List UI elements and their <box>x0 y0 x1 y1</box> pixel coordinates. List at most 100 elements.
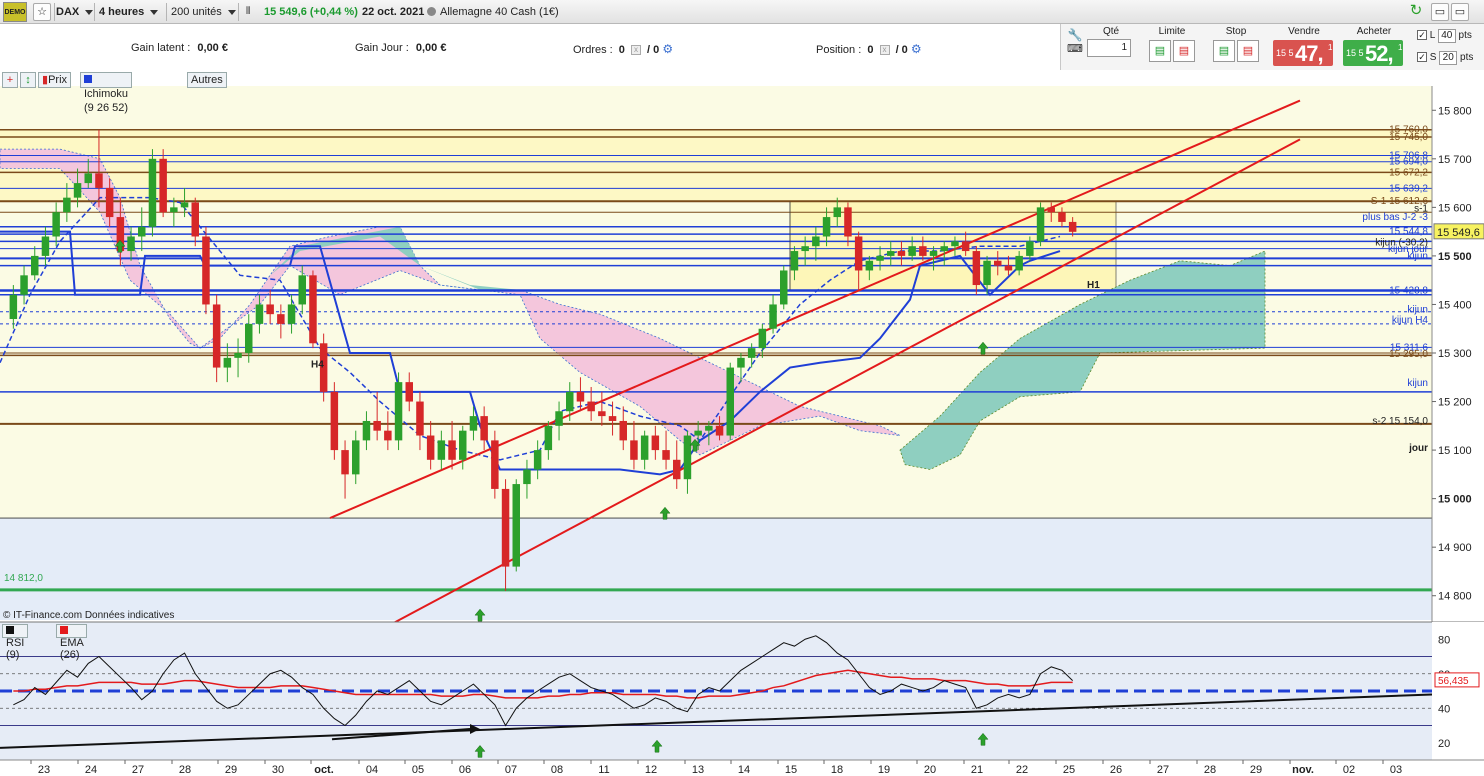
rsi-axis-label: 40 <box>1438 703 1450 715</box>
legend-ema[interactable]: EMA (26) <box>56 624 88 661</box>
candle-body <box>501 488 510 567</box>
price-axis-label: 15 300 <box>1438 348 1472 360</box>
candle-body <box>73 183 82 198</box>
price-axis-label: 15 400 <box>1438 299 1472 311</box>
rsi-axis-label: 80 <box>1438 634 1450 646</box>
candle-body <box>780 270 788 305</box>
date-axis-label: 24 <box>85 764 97 776</box>
candle-body <box>876 255 884 261</box>
date-axis-label: oct. <box>314 764 334 776</box>
candle-body <box>833 207 841 218</box>
date-axis-label: 13 <box>692 764 704 776</box>
date-axis-label: 20 <box>924 764 936 776</box>
candle-body <box>191 202 199 237</box>
expand-icon[interactable]: ↕ <box>20 72 36 88</box>
rsi-axis-label: 20 <box>1438 738 1450 750</box>
date-axis-label: 12 <box>645 764 657 776</box>
level-label: 15 428,8 <box>1389 285 1428 296</box>
level-label: jour <box>1408 443 1428 454</box>
legend-ichimoku[interactable]: Ichimoku (9 26 52) <box>80 72 133 114</box>
date-axis-label: nov. <box>1292 764 1314 776</box>
credit-text: © IT-Finance.com Données indicatives <box>3 610 174 621</box>
candle-body <box>598 411 606 417</box>
price-axis-label: 15 800 <box>1438 105 1472 117</box>
candle-body <box>790 251 799 271</box>
candle-body <box>212 304 221 368</box>
candle-body <box>459 430 467 460</box>
candle-body <box>929 251 938 256</box>
candle-body <box>1015 255 1023 271</box>
candle-body <box>908 246 916 256</box>
candle-body <box>1068 221 1077 232</box>
candle-body <box>1036 207 1045 242</box>
candle-body <box>148 158 157 227</box>
candle-body <box>951 241 959 247</box>
candle-body <box>651 435 660 451</box>
candle-body <box>341 450 349 475</box>
candle-body <box>726 367 734 436</box>
candle-body <box>138 226 146 237</box>
candle-body <box>266 304 274 315</box>
date-axis-label: 21 <box>971 764 983 776</box>
legend-ichimoku-label: Ichimoku (9 26 52) <box>84 88 129 114</box>
candle-body <box>384 430 392 441</box>
candle-body <box>437 440 446 460</box>
candle-body <box>1058 212 1066 222</box>
candle-body <box>512 484 520 567</box>
candle-body <box>983 260 991 286</box>
price-axis-label: 14 800 <box>1438 591 1472 603</box>
candle-body <box>662 450 670 460</box>
candle-body <box>105 187 114 218</box>
candle-body <box>84 173 92 184</box>
legend-autres[interactable]: Autres <box>187 72 227 88</box>
current-price-label: 15 549,6 <box>1437 227 1480 239</box>
candle-body <box>630 440 638 460</box>
candle-body <box>640 435 649 460</box>
date-axis-label: 28 <box>1204 764 1216 776</box>
level-label: 15 544,8 <box>1389 227 1428 238</box>
trading-app: DEMO ☆ DAX 4 heures 200 unités ⫴ 15 549,… <box>0 0 1484 776</box>
candle-body <box>747 348 756 358</box>
chart-canvas[interactable]: 15 760,015 745,015 706,815 694,015 672,2… <box>0 0 1484 776</box>
candle-body <box>801 246 809 252</box>
date-axis-label: 14 <box>738 764 750 776</box>
candle-body <box>394 382 403 441</box>
level-label: kijun <box>1407 251 1428 262</box>
candle-body <box>234 353 242 358</box>
candle-body <box>362 420 371 441</box>
candle-body <box>758 328 767 349</box>
add-indicator-icon[interactable]: + <box>2 72 18 88</box>
candle-body <box>416 401 424 436</box>
candle-body <box>705 425 713 431</box>
candle-body <box>673 459 681 480</box>
level-label: kijun <box>1407 304 1428 315</box>
rsi-color-icon <box>6 626 14 634</box>
date-axis-label: 22 <box>1016 764 1028 776</box>
candle-body <box>555 411 563 426</box>
candle-body <box>940 246 948 252</box>
legend-rsi[interactable]: RSI (9) <box>2 624 29 661</box>
level-label: kijun H4 <box>1392 315 1429 326</box>
candle-body <box>683 435 692 480</box>
candle-body <box>223 357 232 368</box>
candle-body <box>245 323 253 353</box>
candle-body <box>159 158 167 213</box>
candle-body <box>1026 241 1034 256</box>
candle-body <box>330 391 339 451</box>
legend-autres-label: Autres <box>191 74 223 86</box>
level-label: 15 694,0 <box>1389 157 1428 168</box>
date-axis-label: 29 <box>1250 764 1262 776</box>
candle-body <box>865 260 874 271</box>
date-axis-label: 27 <box>132 764 144 776</box>
date-axis-label: 26 <box>1110 764 1122 776</box>
date-axis-label: 29 <box>225 764 237 776</box>
candle-body <box>544 425 553 451</box>
candle-body <box>373 420 381 431</box>
candle-body <box>52 212 60 237</box>
date-axis-label: 27 <box>1157 764 1169 776</box>
top-zone-rect <box>0 129 1432 202</box>
candle-body <box>994 260 1002 266</box>
legend-prix[interactable]: ▮Prix <box>38 72 72 88</box>
support-label: 14 812,0 <box>4 573 43 584</box>
date-axis-label: 25 <box>1063 764 1075 776</box>
